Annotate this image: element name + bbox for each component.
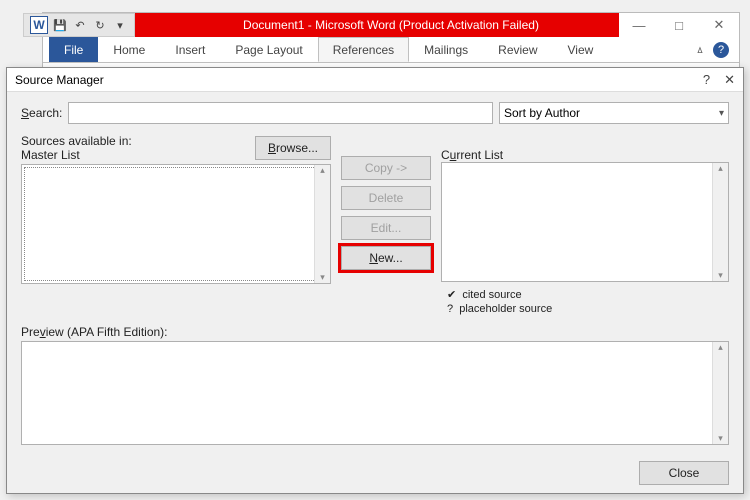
maximize-button[interactable]: □ (659, 13, 699, 37)
window-controls: — □ ✕ (619, 13, 739, 37)
tab-file[interactable]: File (49, 37, 98, 62)
ribbon-collapse-icon[interactable]: ㅿ (695, 42, 705, 58)
delete-button: Delete (341, 186, 431, 210)
scrollbar[interactable]: ▴▾ (712, 163, 728, 281)
scrollbar[interactable]: ▴▾ (314, 165, 330, 283)
undo-icon[interactable]: ↶ (72, 17, 88, 33)
qat-dropdown-icon[interactable]: ▾ (112, 17, 128, 33)
dialog-close-button[interactable]: ✕ (724, 72, 735, 88)
tab-view[interactable]: View (553, 37, 609, 62)
help-icon[interactable]: ? (713, 42, 729, 58)
tab-references[interactable]: References (318, 37, 409, 62)
preview-box: ▴▾ (21, 341, 729, 445)
save-icon[interactable]: 💾 (52, 17, 68, 33)
minimize-button[interactable]: — (619, 13, 659, 37)
master-list-label: Master List (21, 148, 132, 162)
quick-access-toolbar: W 💾 ↶ ↻ ▾ (23, 13, 135, 37)
dialog-titlebar: Source Manager ? ✕ (7, 68, 743, 92)
master-list-box[interactable]: ▴▾ (21, 164, 331, 284)
close-button[interactable]: Close (639, 461, 729, 485)
browse-button[interactable]: Browse... (255, 136, 331, 160)
word-titlebar: W 💾 ↶ ↻ ▾ Document1 - Microsoft Word (Pr… (43, 13, 739, 37)
redo-icon[interactable]: ↻ (92, 17, 108, 33)
dialog-help-button[interactable]: ? (703, 72, 710, 88)
legend: ✔ cited source ? placeholder source (441, 288, 729, 315)
current-list-box[interactable]: ▴▾ (441, 162, 729, 282)
tab-review[interactable]: Review (483, 37, 552, 62)
question-icon: ? (447, 303, 453, 315)
chevron-down-icon: ▾ (719, 108, 724, 119)
source-manager-dialog: Source Manager ? ✕ Search: Sort by Autho… (6, 67, 744, 494)
close-window-button[interactable]: ✕ (699, 13, 739, 37)
window-title: Document1 - Microsoft Word (Product Acti… (243, 18, 539, 32)
tab-page-layout[interactable]: Page Layout (220, 37, 317, 62)
tab-home[interactable]: Home (98, 37, 160, 62)
sources-available-label: Sources available in: (21, 134, 132, 148)
preview-label: Preview (APA Fifth Edition): (21, 325, 729, 339)
new-button[interactable]: New... (341, 246, 431, 270)
word-logo-icon: W (30, 16, 48, 34)
search-label: Search: (21, 106, 62, 120)
sort-select[interactable]: Sort by Author ▾ (499, 102, 729, 124)
tab-mailings[interactable]: Mailings (409, 37, 483, 62)
edit-button: Edit... (341, 216, 431, 240)
ribbon-tabs: File Home Insert Page Layout References … (43, 37, 739, 63)
sort-select-value: Sort by Author (504, 106, 580, 120)
tab-insert[interactable]: Insert (160, 37, 220, 62)
copy-button: Copy -> (341, 156, 431, 180)
check-icon: ✔ (447, 289, 456, 301)
scrollbar[interactable]: ▴▾ (712, 342, 728, 444)
dialog-title: Source Manager (15, 73, 104, 87)
current-list-label: Current List (441, 148, 729, 162)
search-input[interactable] (68, 102, 493, 124)
